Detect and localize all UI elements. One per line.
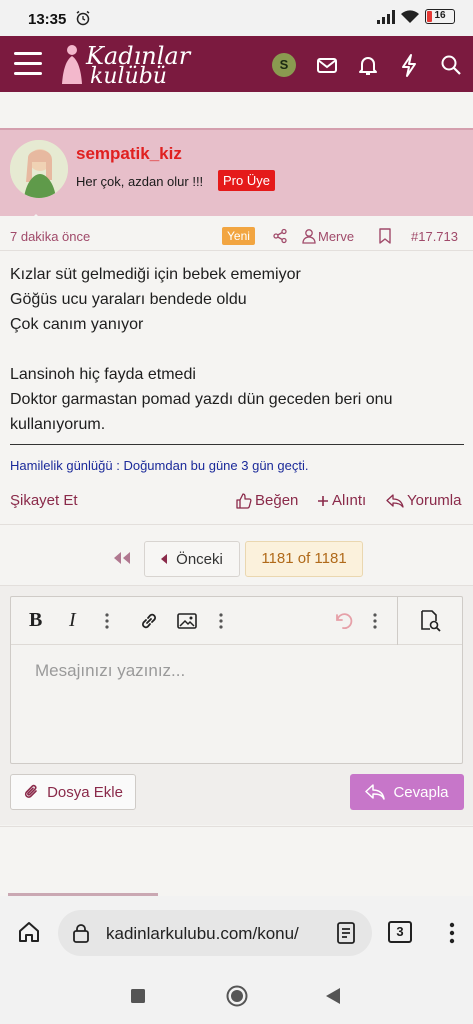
lightning-icon[interactable] xyxy=(396,52,422,78)
plus-icon xyxy=(318,495,328,506)
post-user-block: sempatik_kiz Her çok, azdan olur !!! Pro… xyxy=(0,128,473,216)
bell-icon[interactable] xyxy=(355,52,381,78)
logo-figure-icon xyxy=(62,45,82,84)
more-options-icon[interactable] xyxy=(219,613,223,629)
report-button[interactable]: Şikayet Et xyxy=(10,492,78,509)
person-icon xyxy=(302,229,316,244)
post-line: Göğüs ucu yaraları bendede oldu xyxy=(10,291,247,308)
recent-apps-icon[interactable] xyxy=(131,989,145,1003)
submit-reply-label: Cevapla xyxy=(393,783,449,801)
post-line: Lansinoh hiç fayda etmedi xyxy=(10,366,196,383)
browser-toolbar: kadinlarkulubu.com/konu/ 3 xyxy=(0,896,473,970)
alarm-icon xyxy=(76,10,90,26)
pagination: Önceki 1181 of 1181 xyxy=(0,541,473,579)
search-icon[interactable] xyxy=(438,52,464,78)
post-body: Kızlar süt gelmediği için bebek ememiyor… xyxy=(10,262,465,437)
home-icon[interactable] xyxy=(17,920,41,944)
signature-divider xyxy=(10,444,464,445)
reply-arrow-icon xyxy=(365,784,386,800)
post-meta: 7 dakika önce Yeni Merve #17.713 xyxy=(0,226,473,248)
menu-icon[interactable] xyxy=(14,52,42,76)
more-options-icon[interactable] xyxy=(105,613,109,629)
post-actions: Şikayet Et Beğen Alıntı Yorumla xyxy=(0,490,473,514)
previous-post-edge xyxy=(0,92,473,102)
battery-icon: 16 xyxy=(425,9,455,24)
battery-level: 16 xyxy=(434,10,446,21)
image-icon[interactable] xyxy=(177,613,197,629)
home-nav-icon[interactable] xyxy=(226,985,248,1007)
post-author-name[interactable]: sempatik_kiz xyxy=(76,144,182,164)
post-number[interactable]: #17.713 xyxy=(411,229,458,244)
preview-icon[interactable] xyxy=(419,610,443,632)
message-editor[interactable]: B I Mesajınızı yazınız... xyxy=(10,596,463,764)
toolbar-separator xyxy=(397,597,398,645)
page-indicator[interactable]: 1181 of 1181 xyxy=(245,541,363,577)
bookmark-icon[interactable] xyxy=(378,228,392,244)
undo-icon[interactable] xyxy=(333,611,353,631)
attach-file-button[interactable]: Dosya Ekle xyxy=(10,774,136,810)
reply-post-label: Yorumla xyxy=(407,492,462,509)
post-author-title: Her çok, azdan olur !!! xyxy=(76,174,204,189)
more-options-icon[interactable] xyxy=(373,613,377,629)
meta-divider xyxy=(0,250,473,251)
section-divider xyxy=(0,524,473,525)
post-signature: Hamilelik günlüğü : Doğumdan bu güne 3 g… xyxy=(10,458,309,473)
browser-menu-icon[interactable] xyxy=(449,922,455,944)
status-bar: 13:35 16 xyxy=(0,0,473,36)
caret-left-icon xyxy=(161,554,168,564)
mention-user[interactable]: Merve xyxy=(302,228,354,244)
reply-arrow-icon xyxy=(386,493,404,508)
system-nav-bar xyxy=(0,970,473,1024)
quote-button[interactable]: Alıntı xyxy=(317,492,366,509)
back-nav-icon[interactable] xyxy=(325,987,341,1005)
previous-page-label: Önceki xyxy=(176,550,223,568)
submit-reply-button[interactable]: Cevapla xyxy=(350,774,464,810)
editor-toolbar: B I xyxy=(11,597,462,645)
post-notch xyxy=(28,214,44,222)
post-time[interactable]: 7 dakika önce xyxy=(10,229,90,244)
like-label: Beğen xyxy=(255,492,299,509)
first-page-icon[interactable] xyxy=(112,551,132,565)
thumbs-up-icon xyxy=(236,492,252,509)
post-line: Kızlar süt gelmediği için bebek ememiyor xyxy=(10,266,301,283)
tab-switcher-button[interactable]: 3 xyxy=(388,921,412,943)
like-button[interactable]: Beğen xyxy=(236,492,298,509)
signal-icon xyxy=(377,9,395,24)
reader-mode-icon[interactable] xyxy=(336,922,356,944)
address-bar[interactable]: kadinlarkulubu.com/konu/ xyxy=(58,910,372,956)
reply-post-button[interactable]: Yorumla xyxy=(386,492,461,509)
lock-icon xyxy=(73,924,89,943)
wifi-icon xyxy=(401,9,419,23)
quote-label: Alıntı xyxy=(332,492,367,509)
bold-icon[interactable]: B xyxy=(29,609,42,632)
post-line: Doktor garmastan pomad yazdı dün geceden… xyxy=(10,391,397,433)
avatar-illustration-icon xyxy=(10,140,68,198)
mention-user-name: Merve xyxy=(318,228,355,244)
post-line: Çok canım yanıyor xyxy=(10,316,144,333)
pro-member-badge: Pro Üye xyxy=(218,170,275,191)
paperclip-icon xyxy=(25,784,37,798)
below-content xyxy=(0,826,473,899)
new-badge: Yeni xyxy=(222,227,255,245)
message-input-placeholder[interactable]: Mesajınızı yazınız... xyxy=(35,661,185,681)
attach-file-label: Dosya Ekle xyxy=(47,783,123,801)
previous-page-button[interactable]: Önceki xyxy=(144,541,240,577)
share-icon[interactable] xyxy=(272,228,288,244)
logo-line2: kulübü xyxy=(90,64,167,89)
post-author-avatar[interactable] xyxy=(10,140,68,198)
url-text: kadinlarkulubu.com/konu/ xyxy=(106,924,299,943)
italic-icon[interactable]: I xyxy=(69,609,76,632)
user-avatar-button[interactable]: S xyxy=(272,53,296,77)
post-line xyxy=(10,337,465,362)
link-icon[interactable] xyxy=(139,611,159,631)
status-time: 13:35 xyxy=(28,11,67,28)
mail-icon[interactable] xyxy=(314,52,340,78)
